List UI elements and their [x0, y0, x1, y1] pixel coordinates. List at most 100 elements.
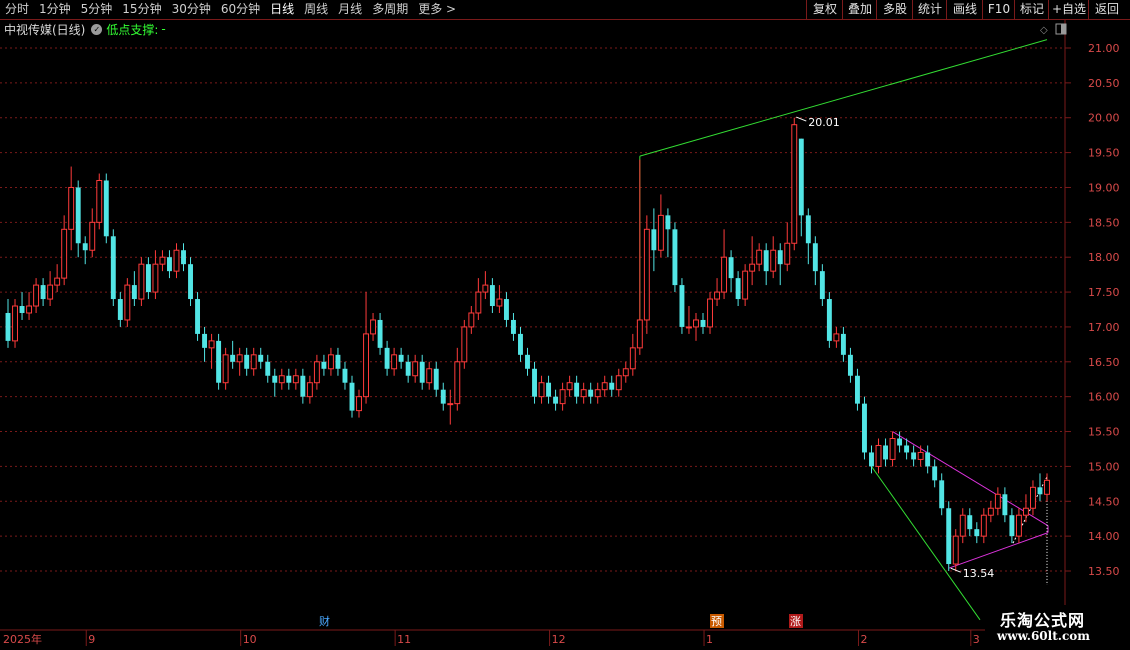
candle[interactable]	[265, 354, 271, 383]
candle[interactable]	[756, 243, 763, 272]
candle[interactable]	[475, 278, 482, 320]
candle[interactable]	[391, 347, 398, 376]
candle[interactable]	[749, 236, 756, 286]
candle[interactable]	[833, 326, 840, 348]
candle[interactable]	[1037, 473, 1043, 502]
candle[interactable]	[503, 292, 509, 327]
candle[interactable]	[5, 299, 11, 348]
candle[interactable]	[110, 229, 116, 307]
candle[interactable]	[566, 375, 573, 397]
candle[interactable]	[651, 208, 657, 272]
marker-cai-badge[interactable]: 财	[319, 614, 330, 628]
candle[interactable]	[40, 278, 46, 307]
candle[interactable]	[173, 243, 180, 279]
candle[interactable]	[426, 361, 433, 390]
candle[interactable]	[356, 389, 362, 418]
candle[interactable]	[54, 264, 61, 293]
candle[interactable]	[300, 368, 306, 404]
candle[interactable]	[82, 236, 88, 265]
candle[interactable]	[700, 312, 706, 334]
candle[interactable]	[26, 292, 33, 320]
candle[interactable]	[784, 222, 791, 272]
candle[interactable]	[883, 438, 888, 467]
candle[interactable]	[278, 368, 285, 390]
candle[interactable]	[1030, 480, 1036, 516]
candle[interactable]	[75, 180, 81, 258]
candle[interactable]	[770, 236, 777, 279]
candle[interactable]	[518, 326, 523, 362]
candle[interactable]	[222, 347, 229, 390]
candle[interactable]	[398, 347, 404, 369]
candle[interactable]	[61, 215, 68, 286]
candle[interactable]	[159, 250, 166, 272]
candle[interactable]	[932, 459, 938, 488]
candle[interactable]	[763, 243, 769, 286]
candle[interactable]	[202, 326, 208, 362]
candle[interactable]	[643, 215, 650, 334]
candle[interactable]	[854, 368, 860, 411]
candle[interactable]	[47, 271, 54, 307]
panel-toggle-icon[interactable]	[1055, 23, 1067, 35]
candle[interactable]	[258, 347, 264, 369]
candlestick-chart[interactable]: 13.50 14.00 14.50 15.00 15.50 16.00 16.50 17.00…	[0, 0, 1130, 650]
candle[interactable]	[216, 333, 222, 390]
candle[interactable]	[911, 445, 917, 467]
candle[interactable]	[138, 257, 145, 307]
candle[interactable]	[967, 508, 973, 537]
candle[interactable]	[1002, 487, 1008, 523]
candle[interactable]	[181, 243, 186, 272]
candle[interactable]	[735, 271, 741, 307]
candle[interactable]	[440, 382, 446, 411]
candle[interactable]	[454, 347, 461, 411]
candle[interactable]	[1044, 473, 1050, 502]
candle[interactable]	[461, 319, 468, 369]
candle[interactable]	[840, 326, 846, 362]
candle[interactable]	[250, 347, 257, 376]
candle[interactable]	[230, 340, 236, 369]
candle[interactable]	[946, 501, 952, 571]
candle[interactable]	[622, 361, 629, 383]
candle[interactable]	[615, 368, 622, 397]
candle[interactable]	[994, 487, 1001, 516]
candle[interactable]	[244, 347, 250, 376]
candle[interactable]	[447, 389, 454, 425]
candle[interactable]	[1009, 508, 1015, 544]
candle[interactable]	[538, 375, 545, 404]
candle[interactable]	[167, 250, 172, 279]
candle[interactable]	[117, 292, 123, 327]
candle[interactable]	[124, 278, 131, 327]
candle[interactable]	[363, 292, 369, 404]
candle[interactable]	[370, 312, 377, 341]
candle[interactable]	[313, 354, 320, 390]
candle[interactable]	[482, 271, 489, 300]
candle[interactable]	[68, 166, 75, 251]
candle[interactable]	[553, 389, 559, 411]
candle[interactable]	[601, 375, 608, 397]
candle[interactable]	[335, 347, 341, 376]
candle[interactable]	[559, 382, 566, 411]
candle[interactable]	[236, 347, 243, 376]
candle[interactable]	[693, 312, 699, 341]
candle[interactable]	[657, 194, 664, 258]
candle[interactable]	[862, 396, 867, 460]
candle[interactable]	[272, 368, 278, 397]
candle[interactable]	[131, 271, 137, 307]
candle[interactable]	[306, 375, 313, 404]
candle[interactable]	[629, 333, 636, 376]
candle[interactable]	[925, 445, 931, 474]
candle[interactable]	[1022, 494, 1029, 523]
candle[interactable]	[777, 243, 783, 286]
candle[interactable]	[791, 117, 798, 251]
candle[interactable]	[419, 354, 425, 390]
candle[interactable]	[19, 292, 25, 320]
candle[interactable]	[377, 312, 383, 355]
candle[interactable]	[959, 508, 966, 544]
candle[interactable]	[321, 354, 327, 376]
candle[interactable]	[742, 264, 749, 307]
candle[interactable]	[826, 292, 832, 348]
candle[interactable]	[546, 375, 552, 404]
candle[interactable]	[665, 208, 671, 258]
marker-zhang-badge[interactable]: 涨	[789, 614, 803, 628]
candle[interactable]	[152, 250, 159, 300]
candle[interactable]	[532, 361, 537, 404]
